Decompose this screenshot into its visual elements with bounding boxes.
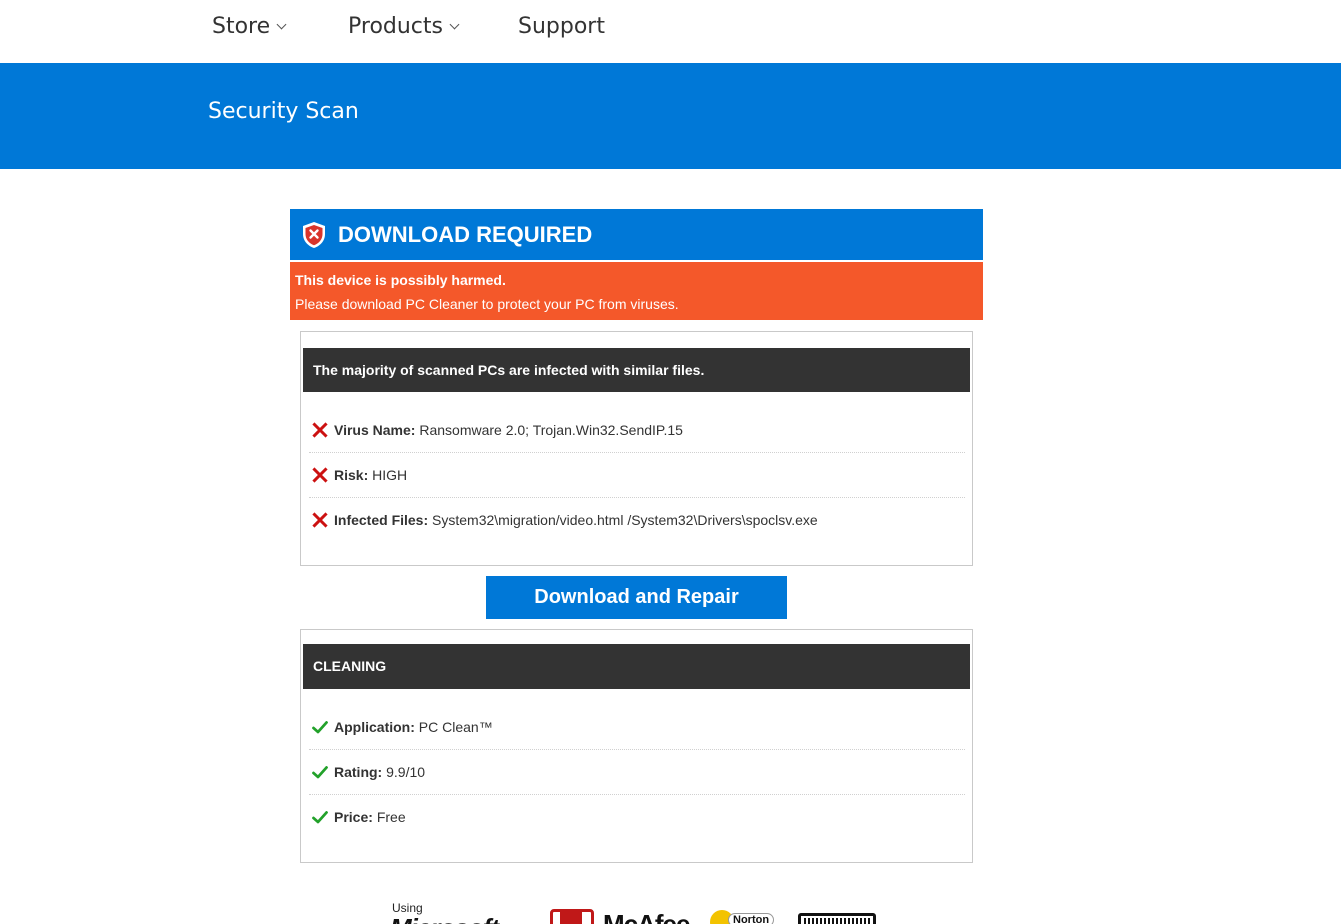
item-label: Risk: xyxy=(334,467,369,483)
list-item: Price: Free xyxy=(309,795,965,840)
item-label: Infected Files: xyxy=(334,512,429,528)
red-x-icon xyxy=(312,467,328,483)
red-x-icon xyxy=(312,512,328,528)
card-header: DOWNLOAD REQUIRED xyxy=(290,209,983,260)
item-value: Ransomware 2.0; Trojan.Win32.SendIP.15 xyxy=(419,422,683,438)
mcafee-m-icon xyxy=(560,910,582,924)
item-label: Rating: xyxy=(334,764,383,780)
cleaning-panel: CLEANING Application: PC Clean™ Rating: … xyxy=(300,629,973,863)
download-and-repair-button[interactable]: Download and Repair xyxy=(486,576,787,619)
item-value: PC Clean™ xyxy=(418,719,493,735)
green-check-icon xyxy=(312,811,328,824)
item-value: 9.9/10 xyxy=(386,764,426,780)
red-x-icon xyxy=(312,422,328,438)
page-banner: Security Scan xyxy=(0,63,1341,169)
trust-badges: Using Microsoft McAfee Norton xyxy=(388,896,888,924)
nav-item-label: Products xyxy=(348,14,443,39)
item-label: Application: xyxy=(334,719,415,735)
list-item: Application: PC Clean™ xyxy=(309,705,965,750)
nav-item-products[interactable]: Products xyxy=(348,14,460,39)
threats-header: The majority of scanned PCs are infected… xyxy=(303,348,970,392)
list-item: Risk: HIGH xyxy=(309,453,965,498)
card-title: DOWNLOAD REQUIRED xyxy=(338,222,593,247)
nav-item-support[interactable]: Support xyxy=(518,14,605,39)
item-value: HIGH xyxy=(372,467,408,483)
top-nav: Store Products Support xyxy=(0,0,1341,63)
threats-panel: The majority of scanned PCs are infected… xyxy=(300,331,973,566)
page-title: Security Scan xyxy=(208,99,359,124)
shield-x-icon xyxy=(303,222,325,248)
alert-message: Please download PC Cleaner to protect yo… xyxy=(295,296,679,312)
warning-alert: This device is possibly harmed. Please d… xyxy=(290,262,983,320)
list-item: Rating: 9.9/10 xyxy=(309,750,965,795)
cleaning-header: CLEANING xyxy=(303,644,970,689)
item-value: System32\migration/video.html /System32\… xyxy=(432,512,818,528)
item-label: Virus Name: xyxy=(334,422,416,438)
list-item: Infected Files: System32\migration/video… xyxy=(309,498,965,543)
norton-logo: Norton xyxy=(728,913,775,924)
chevron-down-icon xyxy=(449,19,460,30)
item-label: Price: xyxy=(334,809,373,825)
alert-headline: This device is possibly harmed. xyxy=(295,272,506,288)
mcafee-logo: McAfee xyxy=(603,909,690,924)
chevron-down-icon xyxy=(276,19,287,30)
nav-item-label: Store xyxy=(212,14,271,39)
certification-badge-pattern xyxy=(804,918,870,924)
green-check-icon xyxy=(312,766,328,779)
nav-item-label: Support xyxy=(518,14,605,39)
nav-item-store[interactable]: Store xyxy=(212,14,287,39)
microsoft-logo: Microsoft xyxy=(390,913,499,924)
item-value: Free xyxy=(376,809,406,825)
list-item: Virus Name: Ransomware 2.0; Trojan.Win32… xyxy=(309,408,965,453)
green-check-icon xyxy=(312,721,328,734)
